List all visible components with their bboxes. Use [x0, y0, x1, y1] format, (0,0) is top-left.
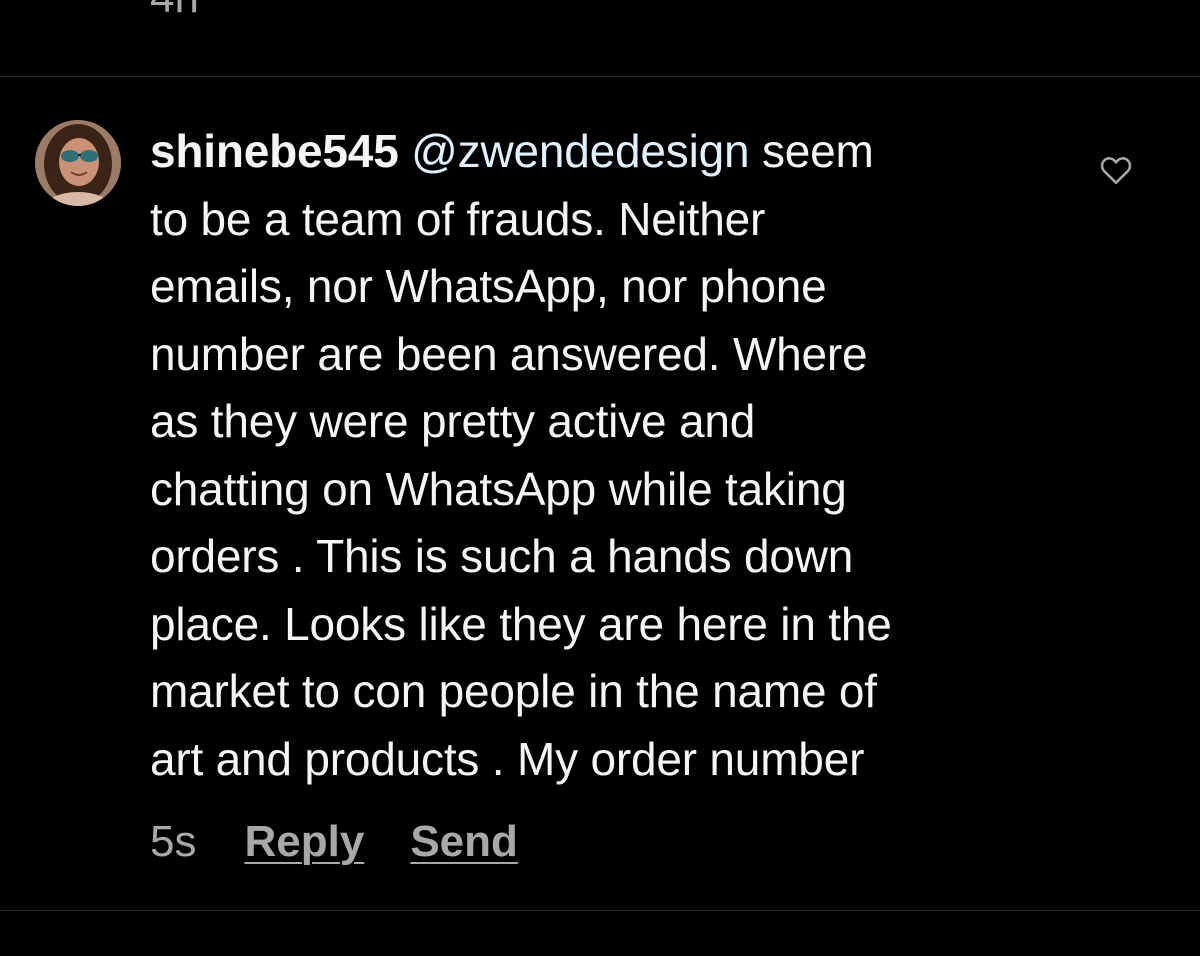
comment-line-1-text: seem [749, 125, 874, 177]
comment-line-5: as they were pretty active and [150, 395, 756, 447]
previous-comment-time: 4h [150, 0, 199, 20]
avatar-photo [35, 120, 121, 206]
comment-meta-row: 5s Reply Send [150, 812, 564, 872]
comment-username[interactable]: shinebe545 [150, 125, 399, 177]
comment-divider-top [0, 76, 1200, 77]
comment-line-1: shinebe545 @zwendedesign seem [150, 118, 1070, 186]
avatar[interactable] [35, 120, 121, 206]
comment-line-7: orders . This is such a hands down [150, 530, 854, 582]
comment-line-9: market to con people in the name of [150, 665, 877, 717]
send-button[interactable]: Send [410, 817, 518, 867]
comment-mention[interactable]: @zwendedesign [411, 125, 749, 177]
comment-line-2: to be a team of frauds. Neither [150, 192, 766, 245]
comment-line-6: chatting on WhatsApp while taking [150, 462, 847, 515]
comment-line-3: emails, nor WhatsApp, nor phone [150, 260, 827, 312]
comment-divider-bottom [0, 910, 1200, 911]
comment-line-4: number are been answered. Where [150, 327, 868, 380]
comment-line-8: place. Looks like they are here in the [150, 597, 892, 650]
comment-timestamp: 5s [150, 817, 197, 866]
comment-line-10: art and products . My order number [150, 732, 865, 785]
heart-outline-icon[interactable] [1098, 152, 1134, 188]
reply-button[interactable]: Reply [244, 817, 364, 867]
comment-text: shinebe545 @zwendedesign seem to be a te… [150, 118, 1070, 793]
